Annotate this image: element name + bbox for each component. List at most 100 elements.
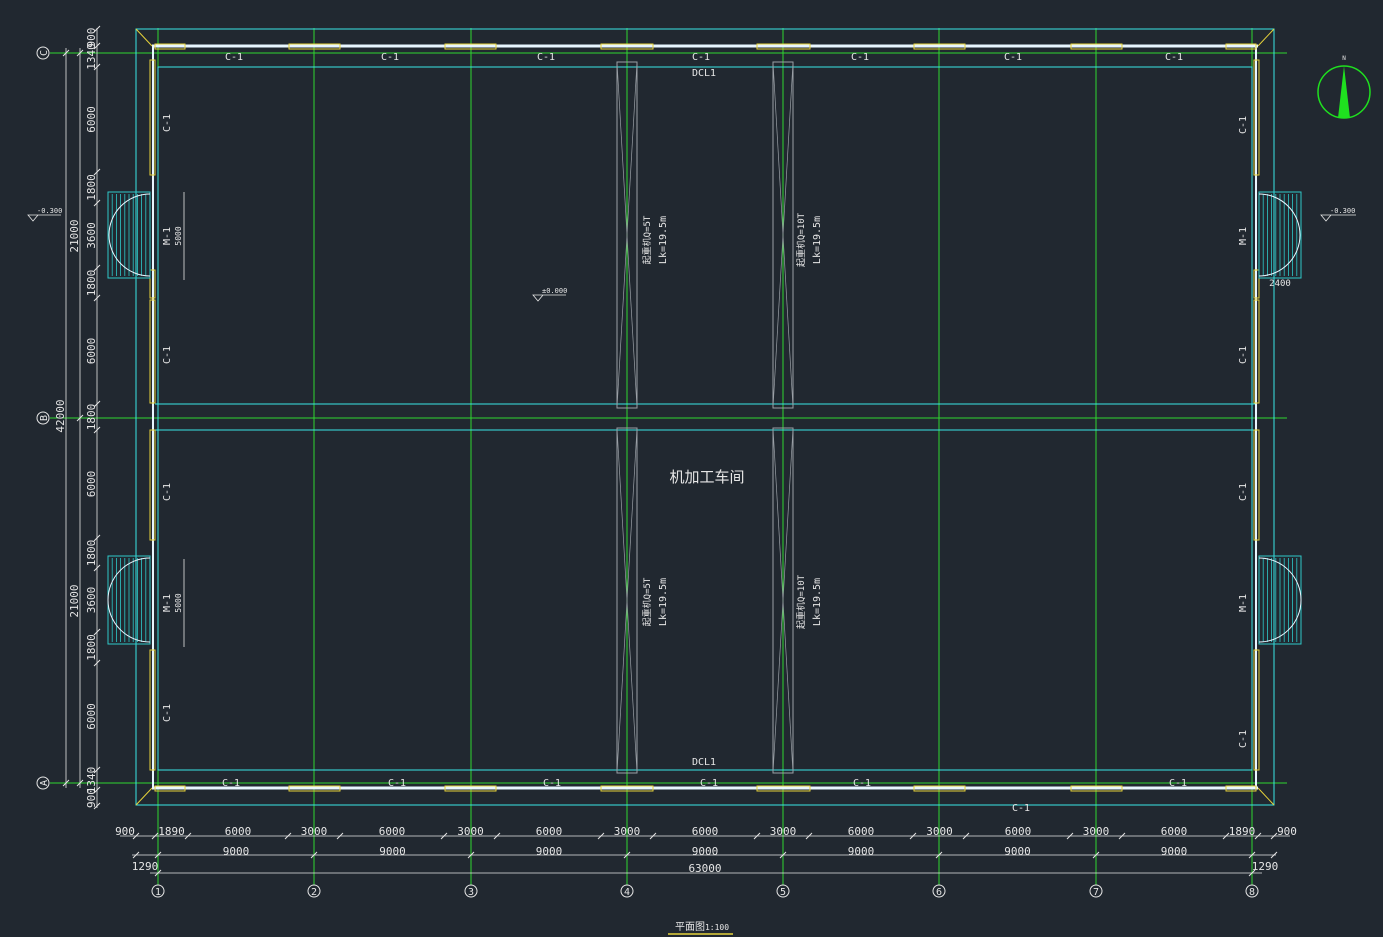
dim-text: 6000: [379, 825, 406, 838]
window-label: C-1: [162, 346, 173, 364]
window-label: C-1: [1238, 346, 1249, 364]
crane-span-label: Lk=19.5m: [812, 216, 823, 264]
window-label: C-1: [1238, 483, 1249, 501]
door-swing: [108, 193, 151, 236]
dim-text: 3600: [85, 222, 98, 249]
dim-text: 6000: [85, 703, 98, 730]
corner-diagonal-1: [1257, 28, 1275, 47]
window-label: C-1: [1004, 52, 1022, 63]
dim-text: 9000: [379, 845, 406, 858]
window-label: C-1: [543, 778, 561, 789]
beam-label: DCL1: [692, 757, 716, 768]
axis-label: 6: [936, 887, 942, 898]
window-label: C-1: [162, 114, 173, 132]
axis-label: 2: [311, 887, 317, 898]
dim-text: 9000: [223, 845, 250, 858]
door-label: M-1: [1238, 227, 1249, 245]
north-label: N: [1342, 55, 1346, 62]
porch-dim: 2400: [1269, 279, 1291, 289]
dim-text: 21000: [68, 584, 81, 617]
outer-boundary: [135, 28, 1275, 806]
dim-text: 900: [85, 788, 98, 808]
dim-text: 6000: [85, 471, 98, 498]
axis-label: A: [39, 780, 50, 786]
dim-text: 6000: [1005, 825, 1032, 838]
room-name: 机加工车间: [669, 468, 744, 486]
dim-text: 1290: [1252, 860, 1279, 873]
window-label: C-1: [225, 52, 243, 63]
drawing-title: 平面图 1:100: [668, 921, 733, 935]
window-label: C-1: [388, 778, 406, 789]
window-label: C-1: [162, 704, 173, 722]
dim-text: 6000: [536, 825, 563, 838]
dim-text: 1290: [132, 860, 159, 873]
window-label: C-1: [851, 52, 869, 63]
dim-text: 9000: [1161, 845, 1188, 858]
axis-label: B: [39, 415, 50, 421]
window-label: C-1: [222, 778, 240, 789]
window-label: C-1: [1238, 116, 1249, 134]
door-porch: [1258, 555, 1302, 645]
dim-text: 6000: [85, 338, 98, 365]
crane-span-label: Lk=19.5m: [658, 216, 669, 264]
dim-text: 6000: [848, 825, 875, 838]
door-swing: [1258, 234, 1301, 277]
walls: [135, 28, 1275, 806]
annotations: C-1 C-1 C-1 C-1 C-1 C-1 C-1 C-1 C-1 C-1 C-1 C-1 C-1 C…: [27, 28, 1356, 898]
beam-label: DCL1: [692, 68, 716, 79]
window-label: C-1: [700, 778, 718, 789]
window-label: C-1: [537, 52, 555, 63]
window-label: C-1: [162, 483, 173, 501]
dim-text: 63000: [688, 862, 721, 875]
axis-label: C: [39, 50, 50, 56]
elevation-mark: [27, 214, 61, 222]
crane-capacity-label: 起重机Q=5T: [641, 215, 653, 264]
axis-label: 1: [155, 887, 161, 898]
grid-lines: [36, 28, 1287, 898]
axis-label: 3: [468, 887, 474, 898]
crane-span-label: Lk=19.5m: [812, 578, 823, 626]
axis-label: 5: [780, 887, 786, 898]
crane-capacity-label: 起重机Q=10T: [795, 574, 807, 629]
elevation-mark: [1320, 214, 1356, 222]
door-width-dim: 5000: [174, 226, 183, 245]
dim-text: 6000: [225, 825, 252, 838]
window-label: C-1: [853, 778, 871, 789]
dim-text: 42000: [54, 399, 67, 432]
dim-text: 3000: [301, 825, 328, 838]
dim-text: 3000: [457, 825, 484, 838]
elevation-label: ±0.000: [542, 287, 567, 295]
door-porch: [107, 191, 151, 279]
drawing-title-text: 平面图: [675, 921, 705, 933]
crane-capacity-label: 起重机Q=10T: [795, 212, 807, 267]
dim-text: 3000: [614, 825, 641, 838]
door-swing: [108, 234, 151, 277]
axis-label: 4: [624, 887, 630, 898]
dim-text: 6000: [85, 106, 98, 133]
window-label: C-1: [1238, 730, 1249, 748]
dim-text: 3000: [926, 825, 953, 838]
elevation-label: -0.300: [1330, 207, 1355, 215]
dim-text: 6000: [1161, 825, 1188, 838]
dim-text: 21000: [68, 219, 81, 252]
north-arrow-icon: N: [1317, 55, 1371, 119]
corner-diagonal-0: [135, 28, 153, 47]
window-label: C-1: [692, 52, 710, 63]
door-label: M-1: [1238, 594, 1249, 612]
axis-label: 7: [1093, 887, 1099, 898]
dim-text: 1890: [1229, 825, 1256, 838]
crane-capacity-label: 起重机Q=5T: [641, 577, 653, 626]
window-label: C-1: [1165, 52, 1183, 63]
elevation-mark: [532, 294, 566, 302]
dim-text: 3000: [770, 825, 797, 838]
axis-label: 8: [1249, 887, 1255, 898]
dim-text: 9000: [536, 845, 563, 858]
window-label: C-1: [381, 52, 399, 63]
crane-span-label: Lk=19.5m: [658, 578, 669, 626]
door-label: M-1: [162, 594, 173, 612]
dimension-lines: [62, 25, 1290, 877]
door-swing: [1258, 193, 1301, 236]
corner-diagonal-3: [1257, 787, 1275, 806]
floor-plan-drawing: C-1 C-1 C-1 C-1 C-1 C-1 C-1 C-1 C-1 C-1 C-1 C-1 C-1 C…: [27, 25, 1371, 935]
dim-text: 9000: [848, 845, 875, 858]
